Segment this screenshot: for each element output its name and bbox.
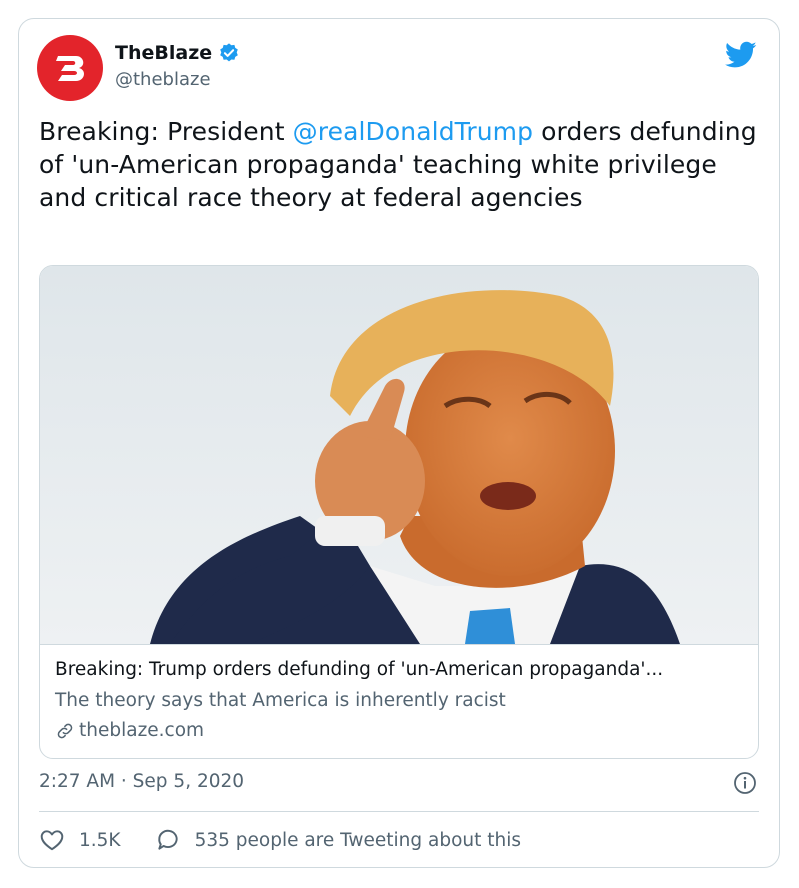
author-display-name[interactable]: TheBlaze bbox=[115, 42, 212, 64]
reply-bubble-icon[interactable] bbox=[155, 827, 181, 853]
tweet-timestamp[interactable]: 2:27 AM · Sep 5, 2020 bbox=[39, 771, 244, 792]
card-domain-text[interactable]: theblaze.com bbox=[79, 720, 204, 741]
author-handle[interactable]: @theblaze bbox=[115, 69, 211, 90]
link-icon bbox=[57, 723, 73, 738]
like-button[interactable]: 1.5K bbox=[39, 827, 121, 853]
avatar[interactable] bbox=[37, 35, 103, 101]
tweet-text-start: Breaking: President bbox=[39, 117, 293, 146]
card-image[interactable] bbox=[40, 266, 759, 645]
tweet-card[interactable]: TheBlaze @theblaze Breaking: President @… bbox=[18, 18, 780, 868]
link-preview-card[interactable]: Breaking: Trump orders defunding of 'un-… bbox=[39, 265, 759, 759]
like-count[interactable]: 1.5K bbox=[79, 830, 121, 851]
card-domain[interactable]: theblaze.com bbox=[55, 720, 204, 741]
tweet-actions: 1.5K 535 people are Tweeting about this bbox=[39, 827, 521, 853]
info-icon[interactable] bbox=[733, 771, 757, 795]
tweet-text: Breaking: President @realDonaldTrump ord… bbox=[39, 115, 759, 214]
divider bbox=[39, 811, 759, 812]
card-description: The theory says that America is inherent… bbox=[55, 690, 506, 711]
author-name-row[interactable]: TheBlaze bbox=[115, 42, 240, 64]
heart-icon[interactable] bbox=[39, 827, 65, 853]
card-title[interactable]: Breaking: Trump orders defunding of 'un-… bbox=[55, 659, 750, 680]
verified-badge-icon bbox=[220, 43, 238, 62]
mention-link[interactable]: @realDonaldTrump bbox=[293, 117, 533, 146]
conversation-link[interactable]: 535 people are Tweeting about this bbox=[155, 827, 521, 853]
twitter-bird-icon[interactable] bbox=[725, 41, 757, 69]
conversation-text[interactable]: 535 people are Tweeting about this bbox=[195, 830, 521, 851]
theblaze-logo-icon bbox=[56, 56, 85, 81]
